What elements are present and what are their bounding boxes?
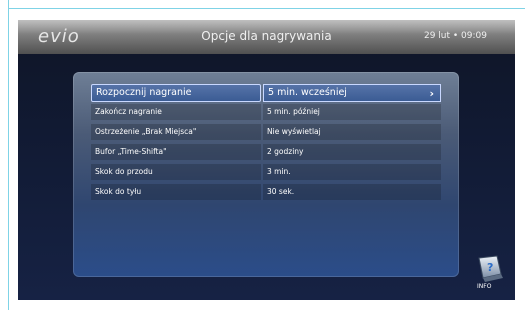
options-panel: Rozpocznij nagranie 5 min. wcześniej › Z…: [73, 72, 459, 277]
tv-screen: evio Opcje dla nagrywania 29 lut • 09:09…: [18, 20, 515, 300]
option-value: 5 min. wcześniej ›: [263, 84, 441, 102]
date-time: 29 lut • 09:09: [423, 31, 487, 41]
option-label: Bufor „Time-Shifta": [91, 144, 261, 160]
option-value: Nie wyświetlaj: [263, 124, 441, 140]
option-label: Skok do przodu: [91, 164, 261, 180]
option-label: Ostrzeżenie „Brak Miejsca": [91, 124, 261, 140]
info-button[interactable]: ? INFO: [473, 254, 509, 290]
chevron-right-icon[interactable]: ›: [429, 86, 434, 102]
option-label: Zakończ nagranie: [91, 104, 261, 120]
option-value-text: 5 min. wcześniej: [268, 87, 347, 98]
option-label: Skok do tyłu: [91, 184, 261, 200]
info-icon: ?: [478, 255, 503, 282]
svg-text:?: ?: [487, 261, 493, 274]
frame-border-top: [8, 8, 525, 9]
option-value: 2 godziny: [263, 144, 441, 160]
option-row-skip-back[interactable]: Skok do tyłu 30 sek.: [91, 184, 441, 202]
option-row-end-recording[interactable]: Zakończ nagranie 5 min. później: [91, 104, 441, 122]
option-row-no-space-warning[interactable]: Ostrzeżenie „Brak Miejsca" Nie wyświetla…: [91, 124, 441, 142]
info-button-label: INFO: [477, 283, 492, 290]
options-list: Rozpocznij nagranie 5 min. wcześniej › Z…: [91, 84, 441, 204]
option-row-timeshift-buffer[interactable]: Bufor „Time-Shifta" 2 godziny: [91, 144, 441, 162]
option-value: 30 sek.: [263, 184, 441, 200]
header-bar: evio Opcje dla nagrywania 29 lut • 09:09: [18, 20, 515, 54]
option-row-start-recording[interactable]: Rozpocznij nagranie 5 min. wcześniej ›: [91, 84, 441, 102]
option-label: Rozpocznij nagranie: [91, 84, 261, 102]
frame-border-left: [8, 0, 9, 310]
option-row-skip-forward[interactable]: Skok do przodu 3 min.: [91, 164, 441, 182]
option-value: 5 min. później: [263, 104, 441, 120]
option-value: 3 min.: [263, 164, 441, 180]
